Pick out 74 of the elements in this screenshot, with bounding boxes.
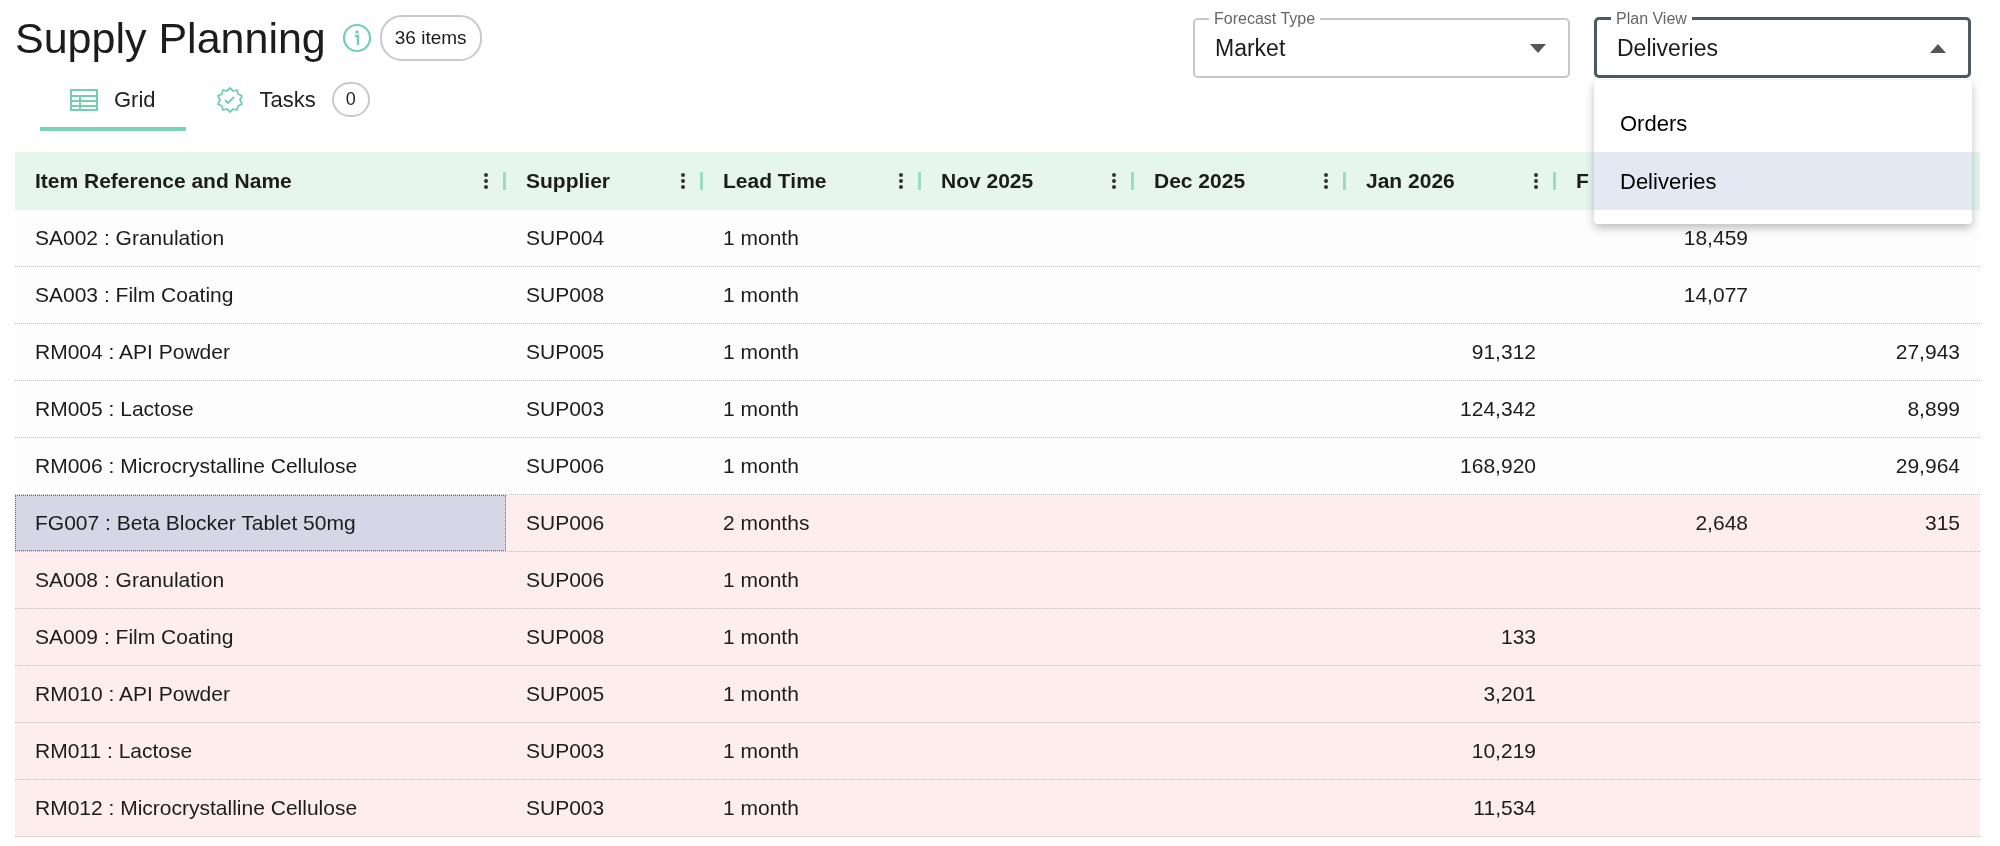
- column-header: Jan 2026: [1366, 168, 1455, 195]
- page-title: Supply Planning: [15, 16, 326, 60]
- table-cell-text: RM005 : Lactose: [34, 396, 195, 423]
- table-cell-text: 1 month: [722, 795, 800, 822]
- table-cell-text: SA003 : Film Coating: [34, 282, 235, 309]
- table-cell-text: SA008 : Granulation: [34, 567, 226, 594]
- table-cell-text: 1 month: [722, 339, 800, 366]
- table-cell-text: SA002 : Granulation: [34, 225, 226, 252]
- table-cell-text: SUP004: [525, 225, 606, 252]
- menu-option[interactable]: Orders: [1594, 94, 1972, 152]
- column-header: Lead Time: [723, 168, 827, 195]
- kebab-menu-icon[interactable]: [680, 172, 686, 190]
- field-label: Plan View: [1615, 9, 1688, 29]
- table-cell-text: SUP005: [525, 339, 606, 366]
- table-cell-text: 2 months: [722, 510, 811, 537]
- table-cell-text: SUP008: [525, 282, 606, 309]
- kebab-menu-icon[interactable]: [1533, 172, 1539, 190]
- column-header: Item Reference and Name: [35, 168, 292, 195]
- table-cell-text: SUP006: [525, 453, 606, 480]
- caret-up-icon: [1930, 43, 1946, 53]
- table-cell-text: SA009 : Film Coating: [34, 624, 235, 651]
- table-cell-text: RM011 : Lactose: [34, 738, 194, 765]
- table-cell-text: 1 month: [722, 225, 800, 252]
- table-cell-text: 10,219: [1470, 738, 1537, 765]
- check-badge-icon: [215, 85, 244, 114]
- table-cell-text: 29,964: [1894, 453, 1961, 480]
- table-cell-text: 8,899: [1906, 396, 1961, 423]
- kebab-menu-icon[interactable]: [483, 172, 489, 190]
- table-icon: [70, 88, 98, 111]
- table-cell-text: 14,077: [1682, 282, 1749, 309]
- table-cell-text: 315: [1923, 510, 1961, 537]
- column-header: Supplier: [526, 168, 610, 195]
- table-cell-text: 1 month: [722, 738, 800, 765]
- tab-count-badge: 0: [331, 82, 370, 117]
- table-cell-text: 1 month: [722, 453, 800, 480]
- caret-down-icon: [1530, 43, 1546, 53]
- tab[interactable]: Tasks 0: [185, 76, 400, 131]
- kebab-menu-icon[interactable]: [1111, 172, 1117, 190]
- table-cell-text: 3,201: [1482, 681, 1537, 708]
- table-cell-text: 1 month: [722, 567, 800, 594]
- table-cell-text: RM004 : API Powder: [34, 339, 231, 366]
- kebab-menu-icon[interactable]: [898, 172, 904, 190]
- column-header: Dec 2025: [1154, 168, 1246, 195]
- menu-option[interactable]: Deliveries: [1594, 152, 1972, 210]
- table-cell-text: 124,342: [1459, 396, 1537, 423]
- table-cell-text: 168,920: [1459, 453, 1537, 480]
- table-cell-text: SUP006: [525, 567, 606, 594]
- field-label: Forecast Type: [1213, 9, 1317, 29]
- table-cell-text: 1 month: [722, 624, 800, 651]
- item-count-badge: 36 items: [379, 14, 482, 62]
- table-cell-text: 1 month: [722, 396, 800, 423]
- table-cell-text: RM006 : Microcrystalline Cellulose: [34, 453, 359, 480]
- dropdown-field[interactable]: Forecast Type Market: [1193, 9, 1570, 78]
- tab[interactable]: Grid: [40, 76, 186, 131]
- table-cell-text: 11,534: [1472, 795, 1537, 822]
- table-cell-text: RM012 : Microcrystalline Cellulose: [34, 795, 359, 822]
- table-cell-text: SUP006: [525, 510, 606, 537]
- table-cell-text: SUP008: [525, 624, 606, 651]
- kebab-menu-icon[interactable]: [1323, 172, 1329, 190]
- table-cell-text: SUP003: [525, 738, 606, 765]
- table-cell: FG007 : Beta Blocker Tablet 50mg: [15, 495, 506, 551]
- table-cell-text: SUP005: [525, 681, 606, 708]
- table-cell-text: 1 month: [722, 681, 800, 708]
- table-cell-text: 91,312: [1470, 339, 1537, 366]
- table-cell-text: 1 month: [722, 282, 800, 309]
- table-cell-text: 27,943: [1894, 339, 1961, 366]
- table-cell-text: SUP003: [525, 396, 606, 423]
- table-cell-text: 133: [1499, 624, 1537, 651]
- table-cell-text: RM010 : API Powder: [34, 681, 231, 708]
- column-header: F: [1576, 168, 1589, 195]
- table-cell-text: SUP003: [525, 795, 606, 822]
- column-header: Nov 2025: [941, 168, 1034, 195]
- table-cell-text: 18,459: [1682, 225, 1749, 252]
- table-cell-text: 2,648: [1694, 510, 1749, 537]
